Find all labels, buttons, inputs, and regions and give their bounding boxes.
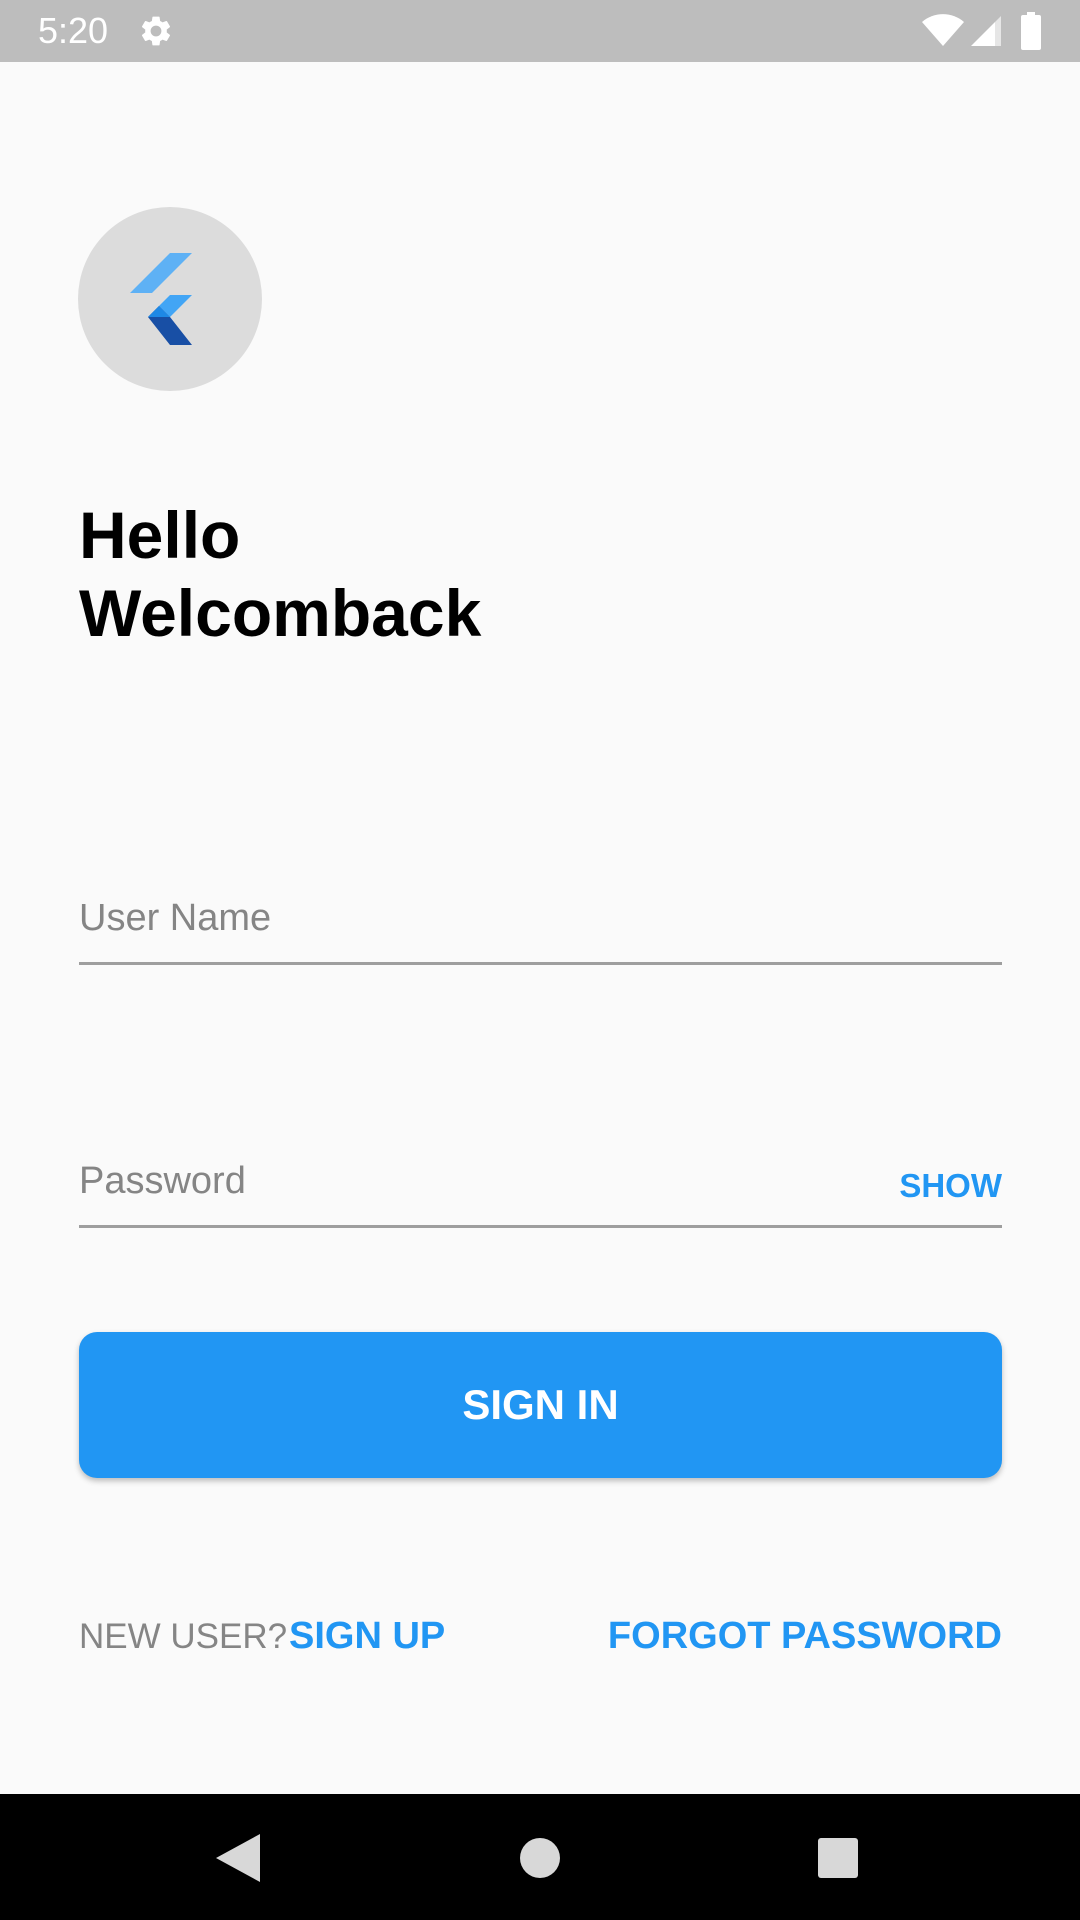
signal-icon — [971, 16, 1001, 46]
gear-icon — [141, 16, 171, 46]
login-screen: 5:20 Hello Welcomback User Name Password… — [0, 0, 1080, 1920]
back-icon[interactable] — [216, 1834, 260, 1882]
sign-up-link[interactable]: SIGN UP — [289, 1614, 445, 1658]
navigation-bar — [0, 1794, 1080, 1920]
status-bar: 5:20 — [0, 0, 1080, 62]
username-field[interactable]: User Name — [79, 895, 1002, 965]
wifi-icon — [922, 14, 964, 46]
show-password-button[interactable]: SHOW — [899, 1166, 1002, 1206]
app-logo — [78, 207, 262, 391]
password-label: Password — [79, 1160, 246, 1202]
battery-icon — [1021, 12, 1041, 50]
username-label: User Name — [79, 897, 272, 939]
forgot-password-link[interactable]: FORGOT PASSWORD — [608, 1614, 1002, 1658]
status-time: 5:20 — [38, 10, 109, 51]
greeting-line-1: Hello — [79, 498, 241, 572]
greeting-line-2: Welcomback — [79, 576, 482, 650]
flutter-logo-icon — [130, 253, 192, 345]
home-icon[interactable] — [520, 1838, 560, 1878]
recents-icon[interactable] — [818, 1838, 858, 1878]
new-user-label: NEW USER? — [79, 1617, 288, 1656]
password-field[interactable]: Password SHOW — [79, 1158, 1002, 1228]
greeting-heading: Hello Welcomback — [79, 496, 481, 652]
sign-in-label: SIGN IN — [462, 1381, 619, 1428]
sign-in-button[interactable]: SIGN IN — [79, 1332, 1002, 1478]
